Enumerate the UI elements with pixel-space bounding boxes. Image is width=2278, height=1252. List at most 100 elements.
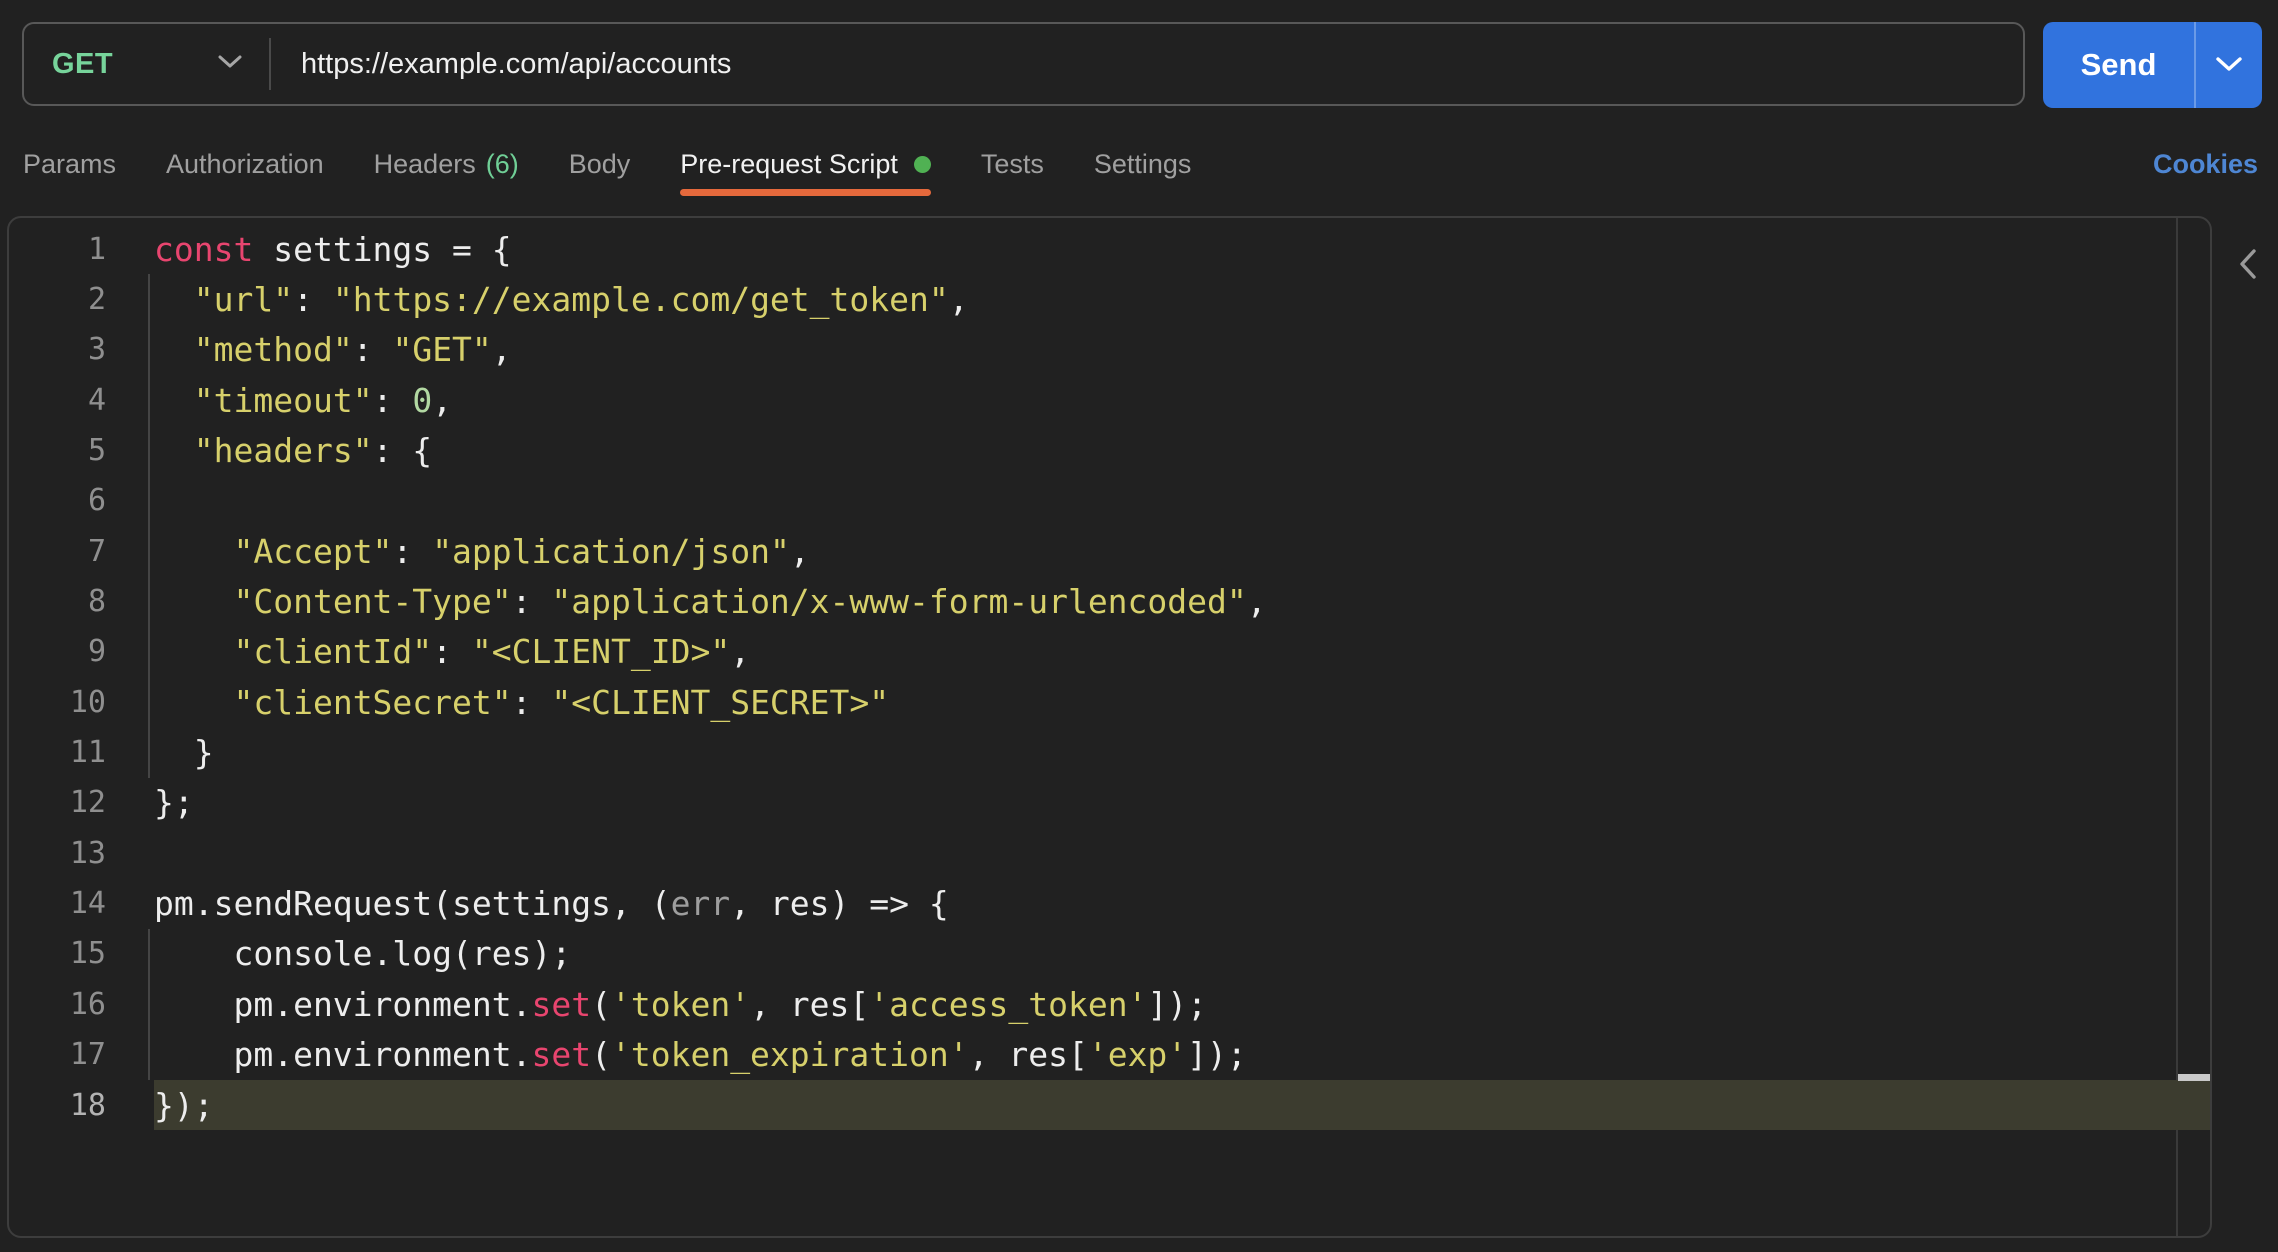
code-line[interactable]: 11 }	[9, 727, 2210, 777]
line-number: 2	[9, 274, 106, 324]
tab-label: Settings	[1094, 149, 1192, 180]
send-button[interactable]: Send	[2043, 22, 2194, 108]
url-bar: GET https://example.com/api/accounts	[22, 22, 2025, 106]
method-url-divider	[269, 38, 271, 90]
line-number: 1	[9, 224, 106, 274]
code-line[interactable]: 8 "Content-Type": "application/x-www-for…	[9, 576, 2210, 626]
indent-guide	[148, 425, 150, 475]
active-tab-underline	[680, 189, 931, 196]
chevron-down-icon	[2214, 55, 2244, 76]
code-line[interactable]: 7 "Accept": "application/json",	[9, 526, 2210, 576]
code-line-text: pm.environment.set('token_expiration', r…	[154, 1030, 1247, 1080]
code-line[interactable]: 16 pm.environment.set('token', res['acce…	[9, 979, 2210, 1029]
code-line-text: "Accept": "application/json",	[154, 526, 810, 576]
line-number: 10	[9, 677, 106, 727]
line-number: 6	[9, 476, 106, 526]
line-number: 18	[9, 1080, 106, 1130]
indent-guide	[148, 476, 150, 526]
tab-label: Params	[23, 149, 116, 180]
method-select[interactable]: GET	[24, 24, 269, 104]
method-label: GET	[52, 48, 113, 81]
indent-guide	[148, 526, 150, 576]
code-line-text: "Content-Type": "application/x-www-form-…	[154, 576, 1267, 626]
code-line-text: });	[154, 1080, 214, 1130]
code-line-text: const settings = {	[154, 224, 512, 274]
code-line[interactable]: 10 "clientSecret": "<CLIENT_SECRET>"	[9, 677, 2210, 727]
line-number: 13	[9, 828, 106, 878]
code-line[interactable]: 9 "clientId": "<CLIENT_ID>",	[9, 627, 2210, 677]
code-line-text: "clientId": "<CLIENT_ID>",	[154, 627, 750, 677]
collapse-panel-button[interactable]	[2234, 248, 2262, 284]
indent-guide	[148, 677, 150, 727]
code-editor[interactable]: 1const settings = {2 "url": "https://exa…	[7, 216, 2212, 1238]
indent-guide	[148, 929, 150, 979]
send-options-button[interactable]	[2196, 22, 2262, 108]
line-number: 16	[9, 979, 106, 1029]
indent-guide	[148, 627, 150, 677]
line-number: 11	[9, 727, 106, 777]
line-number: 9	[9, 627, 106, 677]
code-line-text: pm.environment.set('token', res['access_…	[154, 979, 1207, 1029]
code-lines: 1const settings = {2 "url": "https://exa…	[9, 224, 2210, 1130]
indent-guide	[148, 979, 150, 1029]
tab-tests[interactable]: Tests	[981, 124, 1044, 204]
chevron-left-icon	[2238, 248, 2258, 285]
line-number: 7	[9, 526, 106, 576]
url-input[interactable]: https://example.com/api/accounts	[301, 48, 731, 81]
code-line[interactable]: 12};	[9, 778, 2210, 828]
indent-guide	[148, 576, 150, 626]
line-number: 4	[9, 375, 106, 425]
code-line-text: "timeout": 0,	[154, 375, 452, 425]
code-line[interactable]: 17 pm.environment.set('token_expiration'…	[9, 1030, 2210, 1080]
code-line[interactable]: 14 pm.sendRequest(settings, (err, res) =>…	[9, 878, 2210, 928]
tab-label: Authorization	[166, 149, 324, 180]
code-line[interactable]: 15 console.log(res);	[9, 929, 2210, 979]
code-line-text: };	[154, 778, 194, 828]
overview-ruler-cursor-marker	[2178, 1074, 2210, 1081]
indent-guide	[148, 325, 150, 375]
request-tabs: Params Authorization Headers (6) Body Pr…	[0, 124, 2278, 204]
indent-guide	[148, 727, 150, 777]
code-line-text: }	[154, 727, 214, 777]
line-number: 12	[9, 778, 106, 828]
code-line-text: pm.sendRequest(settings, (err, res) => {	[154, 878, 949, 928]
script-indicator-dot	[914, 156, 931, 173]
line-number: 5	[9, 425, 106, 475]
tab-label: Tests	[981, 149, 1044, 180]
send-split-button: Send	[2043, 22, 2262, 108]
code-line[interactable]: 2 "url": "https://example.com/get_token"…	[9, 274, 2210, 324]
line-number: 15	[9, 929, 106, 979]
tab-label: Headers	[374, 149, 476, 180]
code-line[interactable]: 18});	[9, 1080, 2210, 1130]
chevron-down-icon	[217, 54, 243, 75]
code-line[interactable]: 13	[9, 828, 2210, 878]
code-line-text: "headers": {	[154, 425, 432, 475]
code-line[interactable]: 1 const settings = {	[9, 224, 2210, 274]
code-line[interactable]: 5 "headers": {	[9, 425, 2210, 475]
tab-body[interactable]: Body	[569, 124, 631, 204]
indent-guide	[148, 274, 150, 324]
line-number: 8	[9, 576, 106, 626]
tab-pre-request-script[interactable]: Pre-request Script	[680, 124, 931, 204]
tab-authorization[interactable]: Authorization	[166, 124, 324, 204]
tab-label: Pre-request Script	[680, 149, 898, 180]
tab-params[interactable]: Params	[23, 124, 116, 204]
headers-count-badge: (6)	[486, 149, 519, 180]
cookies-link[interactable]: Cookies	[2153, 124, 2258, 204]
current-line-highlight	[154, 1080, 2210, 1130]
code-line[interactable]: 3 "method": "GET",	[9, 325, 2210, 375]
indent-guide	[148, 1030, 150, 1080]
tab-label: Body	[569, 149, 631, 180]
line-number: 14	[9, 878, 106, 928]
line-number: 17	[9, 1030, 106, 1080]
code-line-text: "method": "GET",	[154, 325, 512, 375]
code-line[interactable]: 6	[9, 476, 2210, 526]
code-line-text: console.log(res);	[154, 929, 571, 979]
line-number: 3	[9, 325, 106, 375]
tab-headers[interactable]: Headers (6)	[374, 124, 519, 204]
tab-settings[interactable]: Settings	[1094, 124, 1192, 204]
code-line[interactable]: 4 "timeout": 0,	[9, 375, 2210, 425]
code-line-text: "clientSecret": "<CLIENT_SECRET>"	[154, 677, 889, 727]
indent-guide	[148, 375, 150, 425]
code-line-text: "url": "https://example.com/get_token",	[154, 274, 969, 324]
